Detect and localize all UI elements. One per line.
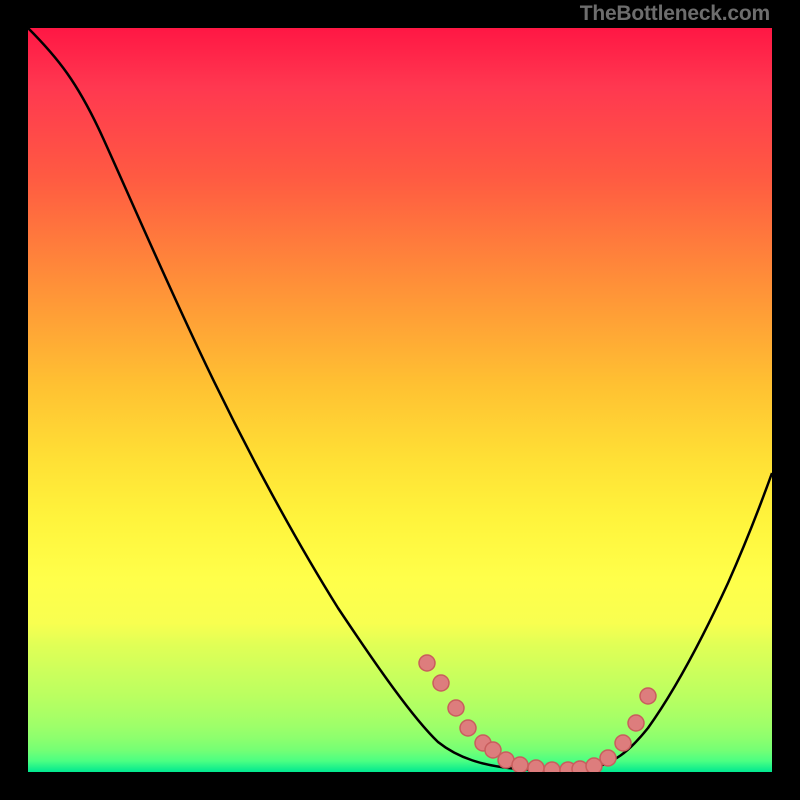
- watermark-text: TheBottleneck.com: [580, 2, 770, 26]
- chart-frame: [0, 0, 800, 800]
